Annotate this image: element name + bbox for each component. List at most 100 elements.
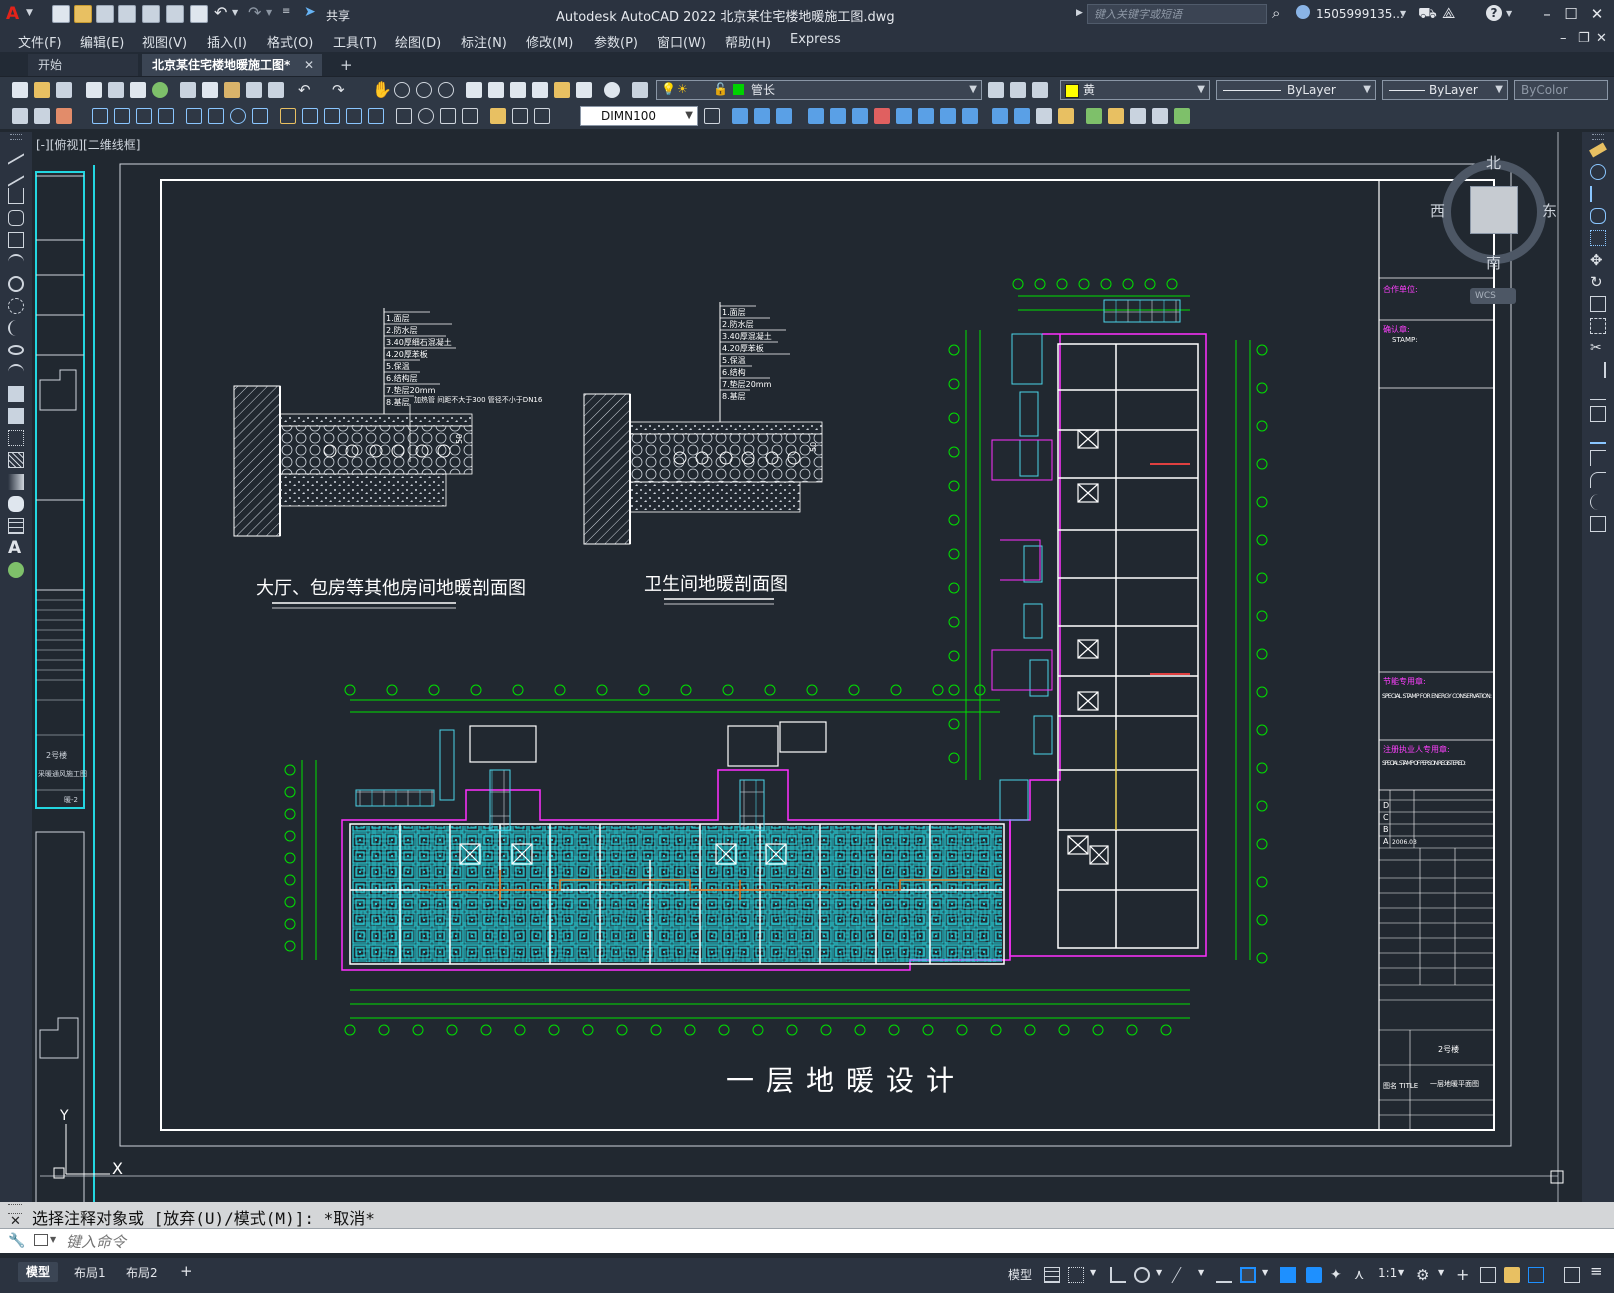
command-recent-dropdown-icon[interactable]: ▼ xyxy=(50,1235,56,1244)
menu-edit[interactable]: 编辑(E) xyxy=(80,32,124,51)
command-close-icon[interactable]: ✕ xyxy=(10,1214,21,1229)
annotation-scale-value[interactable]: 1:1 xyxy=(1378,1266,1397,1280)
hatch-back-icon[interactable] xyxy=(1152,108,1168,124)
autodesk-app-icon[interactable]: ⟁ xyxy=(1442,4,1455,22)
annotation-monitor-icon[interactable]: + xyxy=(1456,1267,1472,1283)
extend-icon[interactable] xyxy=(940,108,956,124)
command-input[interactable] xyxy=(64,1231,1588,1253)
linear-dim-icon[interactable] xyxy=(92,108,108,124)
minimize-icon[interactable]: – xyxy=(1536,4,1558,24)
break-modify-icon[interactable] xyxy=(1590,406,1606,422)
match-properties-icon[interactable] xyxy=(246,82,262,98)
arc-icon[interactable] xyxy=(8,254,24,270)
blend-modify-icon[interactable] xyxy=(1590,494,1606,510)
osnap-dropdown-icon[interactable]: ▼ xyxy=(1262,1268,1268,1277)
pan-icon[interactable]: ✋ xyxy=(372,80,392,99)
markup-icon[interactable] xyxy=(554,82,570,98)
trim-icon[interactable] xyxy=(918,108,934,124)
center-mark-icon[interactable] xyxy=(418,108,434,124)
otrack-icon[interactable] xyxy=(1216,1267,1232,1283)
ellipse-icon[interactable] xyxy=(8,345,24,355)
undo-toolbar-icon[interactable]: ↶ xyxy=(298,81,311,99)
qnew-icon[interactable] xyxy=(12,82,28,98)
doc-close-icon[interactable]: ✕ xyxy=(1596,31,1607,46)
preview-icon[interactable] xyxy=(108,82,124,98)
mirror-icon[interactable] xyxy=(754,108,770,124)
quick-properties-icon[interactable] xyxy=(1504,1267,1520,1283)
compass-south[interactable]: 南 xyxy=(1486,252,1501,273)
annotation-scale-icon[interactable]: ⋏ xyxy=(1354,1267,1370,1283)
layer-on-icon[interactable]: 💡 xyxy=(661,80,676,98)
isolate-icon[interactable] xyxy=(1174,108,1190,124)
menu-express[interactable]: Express xyxy=(790,32,841,47)
ortho-icon[interactable] xyxy=(1110,1267,1126,1283)
construction-line-icon[interactable] xyxy=(8,161,24,187)
hatch-icon[interactable] xyxy=(8,452,24,468)
autocad-logo-icon[interactable]: A xyxy=(6,4,22,24)
jogged-linear-icon[interactable] xyxy=(462,108,478,124)
web-mobile-icon[interactable] xyxy=(166,5,184,23)
layer-previous-icon[interactable] xyxy=(1010,82,1026,98)
share-icon[interactable]: ➤ xyxy=(304,4,316,20)
tolerance-icon[interactable] xyxy=(396,108,412,124)
left-palette-grip[interactable] xyxy=(10,134,22,140)
cart-icon[interactable]: ⛟ xyxy=(1418,4,1437,24)
stretch-modify-icon[interactable] xyxy=(1590,318,1606,334)
join-modify-icon[interactable] xyxy=(1590,428,1606,444)
diameter-dim-icon[interactable] xyxy=(230,108,246,124)
explode-modify-icon[interactable] xyxy=(1590,516,1606,532)
open-file-icon[interactable] xyxy=(74,5,92,23)
make-block-icon[interactable] xyxy=(8,408,24,424)
toolbar-1-icon[interactable] xyxy=(12,108,28,124)
menu-dimension[interactable]: 标注(N) xyxy=(461,32,507,51)
add-layout-button[interactable]: + xyxy=(180,1262,193,1280)
layer-chevron-down-icon[interactable]: ▼ xyxy=(969,81,977,99)
tool-palettes-icon[interactable] xyxy=(510,82,526,98)
dim-update-icon[interactable] xyxy=(534,108,550,124)
new-tab-button[interactable]: + xyxy=(330,54,360,76)
layer-properties-icon[interactable] xyxy=(632,82,648,98)
polar-dropdown-icon[interactable]: ▼ xyxy=(1156,1268,1162,1277)
toolbar-2-icon[interactable] xyxy=(34,108,50,124)
doc-restore-icon[interactable]: ❐ xyxy=(1578,31,1590,46)
publish-toolbar-icon[interactable] xyxy=(130,82,146,98)
redo-icon[interactable]: ↷ xyxy=(248,3,261,22)
help-icon[interactable]: ? xyxy=(1486,5,1502,21)
point-icon[interactable] xyxy=(8,430,24,446)
polyline-icon[interactable] xyxy=(8,188,24,204)
text-front-icon[interactable] xyxy=(1130,108,1146,124)
properties-icon[interactable] xyxy=(466,82,482,98)
quick-dim-icon[interactable] xyxy=(280,108,296,124)
move-icon[interactable] xyxy=(830,108,846,124)
extend-modify-icon[interactable] xyxy=(1590,362,1606,378)
arc-length-dim-icon[interactable] xyxy=(136,108,152,124)
design-center-icon[interactable] xyxy=(488,82,504,98)
circle-icon[interactable] xyxy=(8,276,24,292)
make-current-layer-icon[interactable] xyxy=(988,82,1004,98)
lineweight-dropdown[interactable]: ByLayer ▼ xyxy=(1382,80,1508,100)
new-file-icon[interactable] xyxy=(52,5,70,23)
menu-tools[interactable]: 工具(T) xyxy=(333,32,377,51)
copy-icon[interactable] xyxy=(202,82,218,98)
menu-format[interactable]: 格式(O) xyxy=(267,32,313,51)
workspace-dropdown-icon[interactable]: ▼ xyxy=(1438,1268,1444,1277)
help-dropdown-icon[interactable]: ▼ xyxy=(1506,9,1512,18)
lock-ui-icon[interactable] xyxy=(1528,1267,1544,1283)
print-icon[interactable] xyxy=(86,82,102,98)
menu-view[interactable]: 视图(V) xyxy=(142,32,187,51)
doc-minimize-icon[interactable]: – xyxy=(1560,31,1567,46)
compass-west[interactable]: 西 xyxy=(1430,200,1445,221)
dim-edit-icon[interactable] xyxy=(490,108,506,124)
move-modify-icon[interactable]: ✥ xyxy=(1590,252,1606,268)
undo-icon[interactable]: ↶ xyxy=(214,3,227,22)
scale-icon[interactable] xyxy=(874,108,890,124)
save-icon[interactable] xyxy=(96,5,114,23)
scale-dropdown-icon[interactable]: ▼ xyxy=(1398,1268,1404,1277)
menu-help[interactable]: 帮助(H) xyxy=(725,32,771,51)
viewcube[interactable]: 北 南 西 东 WCS xyxy=(1430,152,1557,304)
paste-icon[interactable] xyxy=(224,82,240,98)
draworder-icon[interactable] xyxy=(1108,108,1124,124)
layer-states-icon[interactable] xyxy=(1032,82,1048,98)
blend-icon[interactable] xyxy=(1058,108,1074,124)
line-icon[interactable] xyxy=(8,139,24,165)
